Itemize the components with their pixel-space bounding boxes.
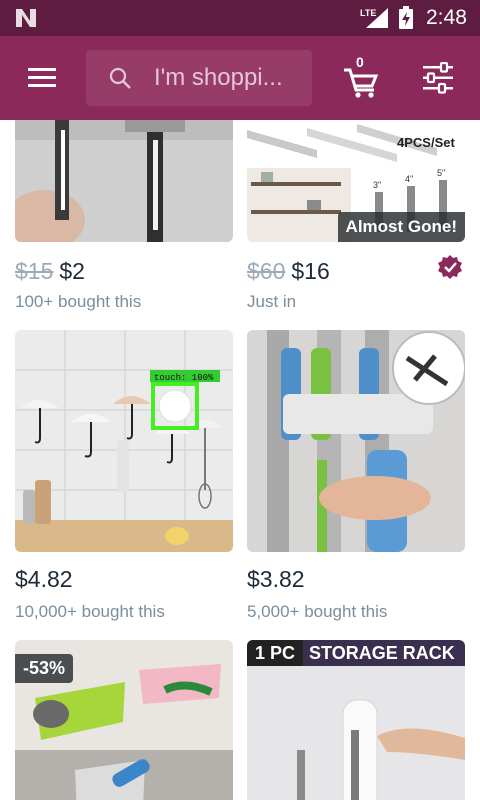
- svg-text:LTE: LTE: [360, 8, 376, 18]
- product-card[interactable]: touch: 100% $4.82 10,000+ bought this: [15, 330, 233, 630]
- filter-icon[interactable]: [420, 62, 456, 94]
- price: $4.82: [15, 566, 73, 593]
- product-card[interactable]: -53%: [15, 640, 233, 800]
- original-price: $15: [15, 258, 54, 284]
- svg-text:5": 5": [437, 168, 445, 178]
- image-caption: 4PCS/Set: [397, 135, 455, 150]
- verified-check-icon: [438, 255, 462, 279]
- touch-overlay-label: touch: 100%: [154, 373, 214, 383]
- product-image: touch: 100%: [15, 330, 233, 552]
- menu-icon[interactable]: [24, 62, 60, 94]
- product-card[interactable]: $15 $2 100+ bought this: [15, 120, 233, 320]
- product-card[interactable]: $3.82 5,000+ bought this: [247, 330, 465, 630]
- clock: 2:48: [426, 6, 467, 29]
- banner-quantity: 1 PC: [247, 640, 304, 666]
- product-image: [15, 120, 233, 242]
- svg-text:3": 3": [373, 180, 381, 190]
- purchase-count: 10,000+ bought this: [15, 602, 165, 621]
- search-bar[interactable]: [86, 50, 312, 106]
- cart-count-badge: 0: [356, 54, 364, 70]
- purchase-count: Just in: [247, 292, 297, 311]
- product-banner: 1 PC STORAGE RACK: [247, 640, 465, 666]
- search-icon: [109, 67, 131, 89]
- product-image: -53%: [15, 640, 233, 800]
- discount-badge: -53%: [15, 654, 74, 683]
- price: $15 $2: [15, 258, 85, 285]
- notification-n-icon: [16, 9, 36, 27]
- product-card[interactable]: 4PCS/Set 3" 4" 5" Almost Gone! $60 $16 Ju…: [247, 120, 465, 320]
- price: $3.82: [247, 566, 305, 593]
- purchase-count: 100+ bought this: [15, 292, 142, 311]
- svg-text:4": 4": [405, 174, 413, 184]
- price: $60 $16: [247, 258, 330, 285]
- cart-button[interactable]: 0: [340, 54, 380, 100]
- sale-price: $2: [59, 258, 85, 284]
- original-price: $60: [247, 258, 286, 284]
- almost-gone-badge: Almost Gone!: [337, 212, 465, 242]
- sale-price: $3.82: [247, 566, 305, 592]
- product-card[interactable]: 1 PC STORAGE RACK: [247, 640, 465, 800]
- purchase-count: 5,000+ bought this: [247, 602, 388, 621]
- product-image: 1 PC STORAGE RACK: [247, 640, 465, 800]
- status-bar: LTE 2:48: [0, 0, 480, 36]
- search-input[interactable]: [154, 62, 304, 94]
- battery-icon: [399, 6, 413, 29]
- sale-price: $16: [291, 258, 330, 284]
- banner-title: STORAGE RACK: [309, 643, 455, 663]
- product-image: [247, 330, 465, 552]
- signal-icon: LTE: [360, 8, 388, 28]
- app-bar: 0: [0, 36, 480, 120]
- product-image: 4PCS/Set 3" 4" 5" Almost Gone!: [247, 120, 465, 242]
- product-feed[interactable]: $15 $2 100+ bought this 4PCS/Set 3" 4" 5": [0, 120, 480, 800]
- sale-price: $4.82: [15, 566, 73, 592]
